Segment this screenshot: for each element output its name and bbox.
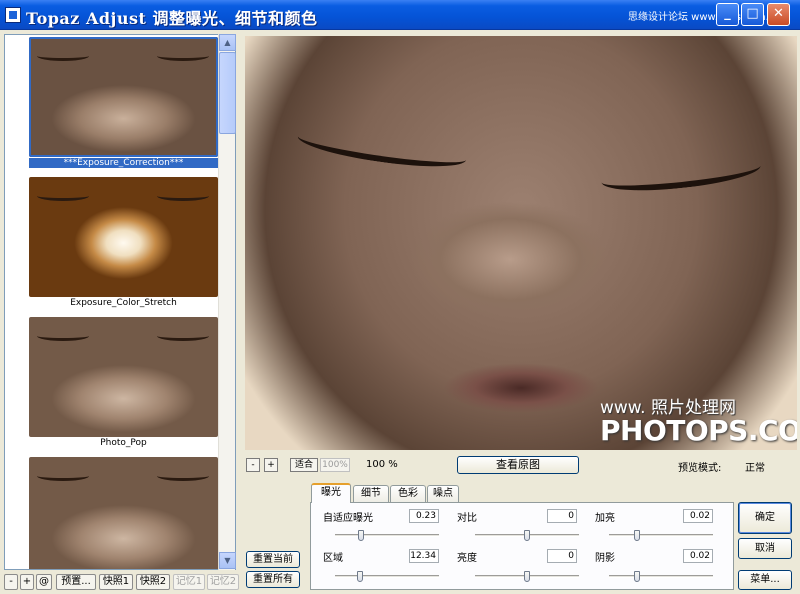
adaptive-exposure-label: 自适应曝光 xyxy=(323,513,373,524)
brightness-slider[interactable] xyxy=(475,571,579,582)
menu-button[interactable]: 菜单... xyxy=(738,570,792,590)
remove-preset-button[interactable]: - xyxy=(4,574,18,590)
preset-scrollbar[interactable]: ▲ ▼ xyxy=(218,34,236,570)
window-title: Topaz Adjust 调整曝光、细节和颜色 xyxy=(26,9,318,28)
highlights-slider[interactable] xyxy=(609,530,713,541)
close-button[interactable]: ✕ xyxy=(767,3,790,26)
cancel-button[interactable]: 取消 xyxy=(738,538,792,559)
regions-field[interactable]: 12.34 xyxy=(409,549,439,563)
slider-knob[interactable] xyxy=(357,571,363,582)
preset-label: Exposure_Color_Stretch xyxy=(70,298,177,308)
highlights-label: 加亮 xyxy=(595,513,615,524)
preset-exposure-color-stretch[interactable]: Exposure_Color_Stretch xyxy=(29,177,218,308)
reset-all-button[interactable]: 重置所有 xyxy=(246,571,300,588)
slider-knob[interactable] xyxy=(524,571,530,582)
tab-detail[interactable]: 细节 xyxy=(353,485,389,502)
highlights-field[interactable]: 0.02 xyxy=(683,509,713,523)
add-preset-button[interactable]: + xyxy=(20,574,34,590)
memory1-button[interactable]: 记忆1 xyxy=(173,574,205,590)
fit-button[interactable]: 适合 xyxy=(290,458,318,472)
snapshot1-button[interactable]: 快照1 xyxy=(99,574,133,590)
eyelash-left xyxy=(295,122,469,174)
zoom-out-button[interactable]: - xyxy=(246,458,260,472)
slider-knob[interactable] xyxy=(634,530,640,541)
at-button[interactable]: @ xyxy=(36,574,52,590)
zoom-100-button[interactable]: 100% xyxy=(320,458,350,472)
title-bar: Topaz Adjust 调整曝光、细节和颜色 思缘设计论坛 www.missy… xyxy=(0,0,800,30)
shadows-field[interactable]: 0.02 xyxy=(683,549,713,563)
view-original-button[interactable]: 查看原图 xyxy=(457,456,579,474)
preview-image[interactable]: www. 照片处理网 PHOTOPS.COM xyxy=(245,36,797,450)
tab-noise[interactable]: 噪点 xyxy=(427,485,459,502)
preset-item[interactable] xyxy=(29,457,218,569)
regions-slider[interactable] xyxy=(335,571,439,582)
maximize-button[interactable]: □ xyxy=(741,3,764,26)
regions-label: 区域 xyxy=(323,553,343,564)
preset-list[interactable]: ***Exposure_Correction*** Exposure_Color… xyxy=(4,34,236,570)
slider-knob[interactable] xyxy=(358,530,364,541)
contrast-field[interactable]: 0 xyxy=(547,509,577,523)
brightness-label: 亮度 xyxy=(457,553,477,564)
reset-current-button[interactable]: 重置当前 xyxy=(246,551,300,568)
minimize-button[interactable]: _ xyxy=(716,3,739,26)
scrollbar-thumb[interactable] xyxy=(219,52,236,134)
preset-thumbnail xyxy=(29,457,218,569)
preset-button[interactable]: 预置... xyxy=(56,574,96,590)
app-icon xyxy=(5,7,21,23)
photops-watermark-line2: PHOTOPS.COM xyxy=(600,414,797,447)
zoom-level: 100 % xyxy=(366,459,398,470)
ok-button[interactable]: 确定 xyxy=(738,502,792,534)
snapshot2-button[interactable]: 快照2 xyxy=(136,574,170,590)
preset-exposure-correction[interactable]: ***Exposure_Correction*** xyxy=(29,37,218,168)
shadows-slider[interactable] xyxy=(609,571,713,582)
exposure-panel: 自适应曝光 0.23 对比 0 加亮 0.02 区域 12.34 亮度 0 阴影… xyxy=(310,502,734,590)
brightness-field[interactable]: 0 xyxy=(547,549,577,563)
scroll-down-icon[interactable]: ▼ xyxy=(219,552,236,569)
preset-photo-pop[interactable]: Photo_Pop xyxy=(29,317,218,448)
preset-label: Photo_Pop xyxy=(100,438,147,448)
preview-mode-label: 预览模式: xyxy=(678,463,722,474)
preview-mode-value: 正常 xyxy=(745,463,765,474)
eyelash-right xyxy=(599,151,763,197)
shadows-label: 阴影 xyxy=(595,553,615,564)
adaptive-exposure-field[interactable]: 0.23 xyxy=(409,509,439,523)
forum-watermark: 思缘设计论坛 www.missyuan.com xyxy=(628,12,791,23)
preset-thumbnail xyxy=(29,177,218,297)
contrast-slider[interactable] xyxy=(475,530,579,541)
memory2-button[interactable]: 记忆2 xyxy=(207,574,239,590)
adaptive-exposure-slider[interactable] xyxy=(335,530,439,541)
preset-thumbnail xyxy=(29,317,218,437)
slider-knob[interactable] xyxy=(634,571,640,582)
scroll-up-icon[interactable]: ▲ xyxy=(219,34,236,51)
contrast-label: 对比 xyxy=(457,513,477,524)
tab-exposure[interactable]: 曝光 xyxy=(311,483,351,503)
zoom-in-button[interactable]: + xyxy=(264,458,278,472)
slider-knob[interactable] xyxy=(524,530,530,541)
preset-thumbnail xyxy=(29,37,218,157)
tab-color[interactable]: 色彩 xyxy=(390,485,426,502)
preset-label: ***Exposure_Correction*** xyxy=(29,158,218,168)
